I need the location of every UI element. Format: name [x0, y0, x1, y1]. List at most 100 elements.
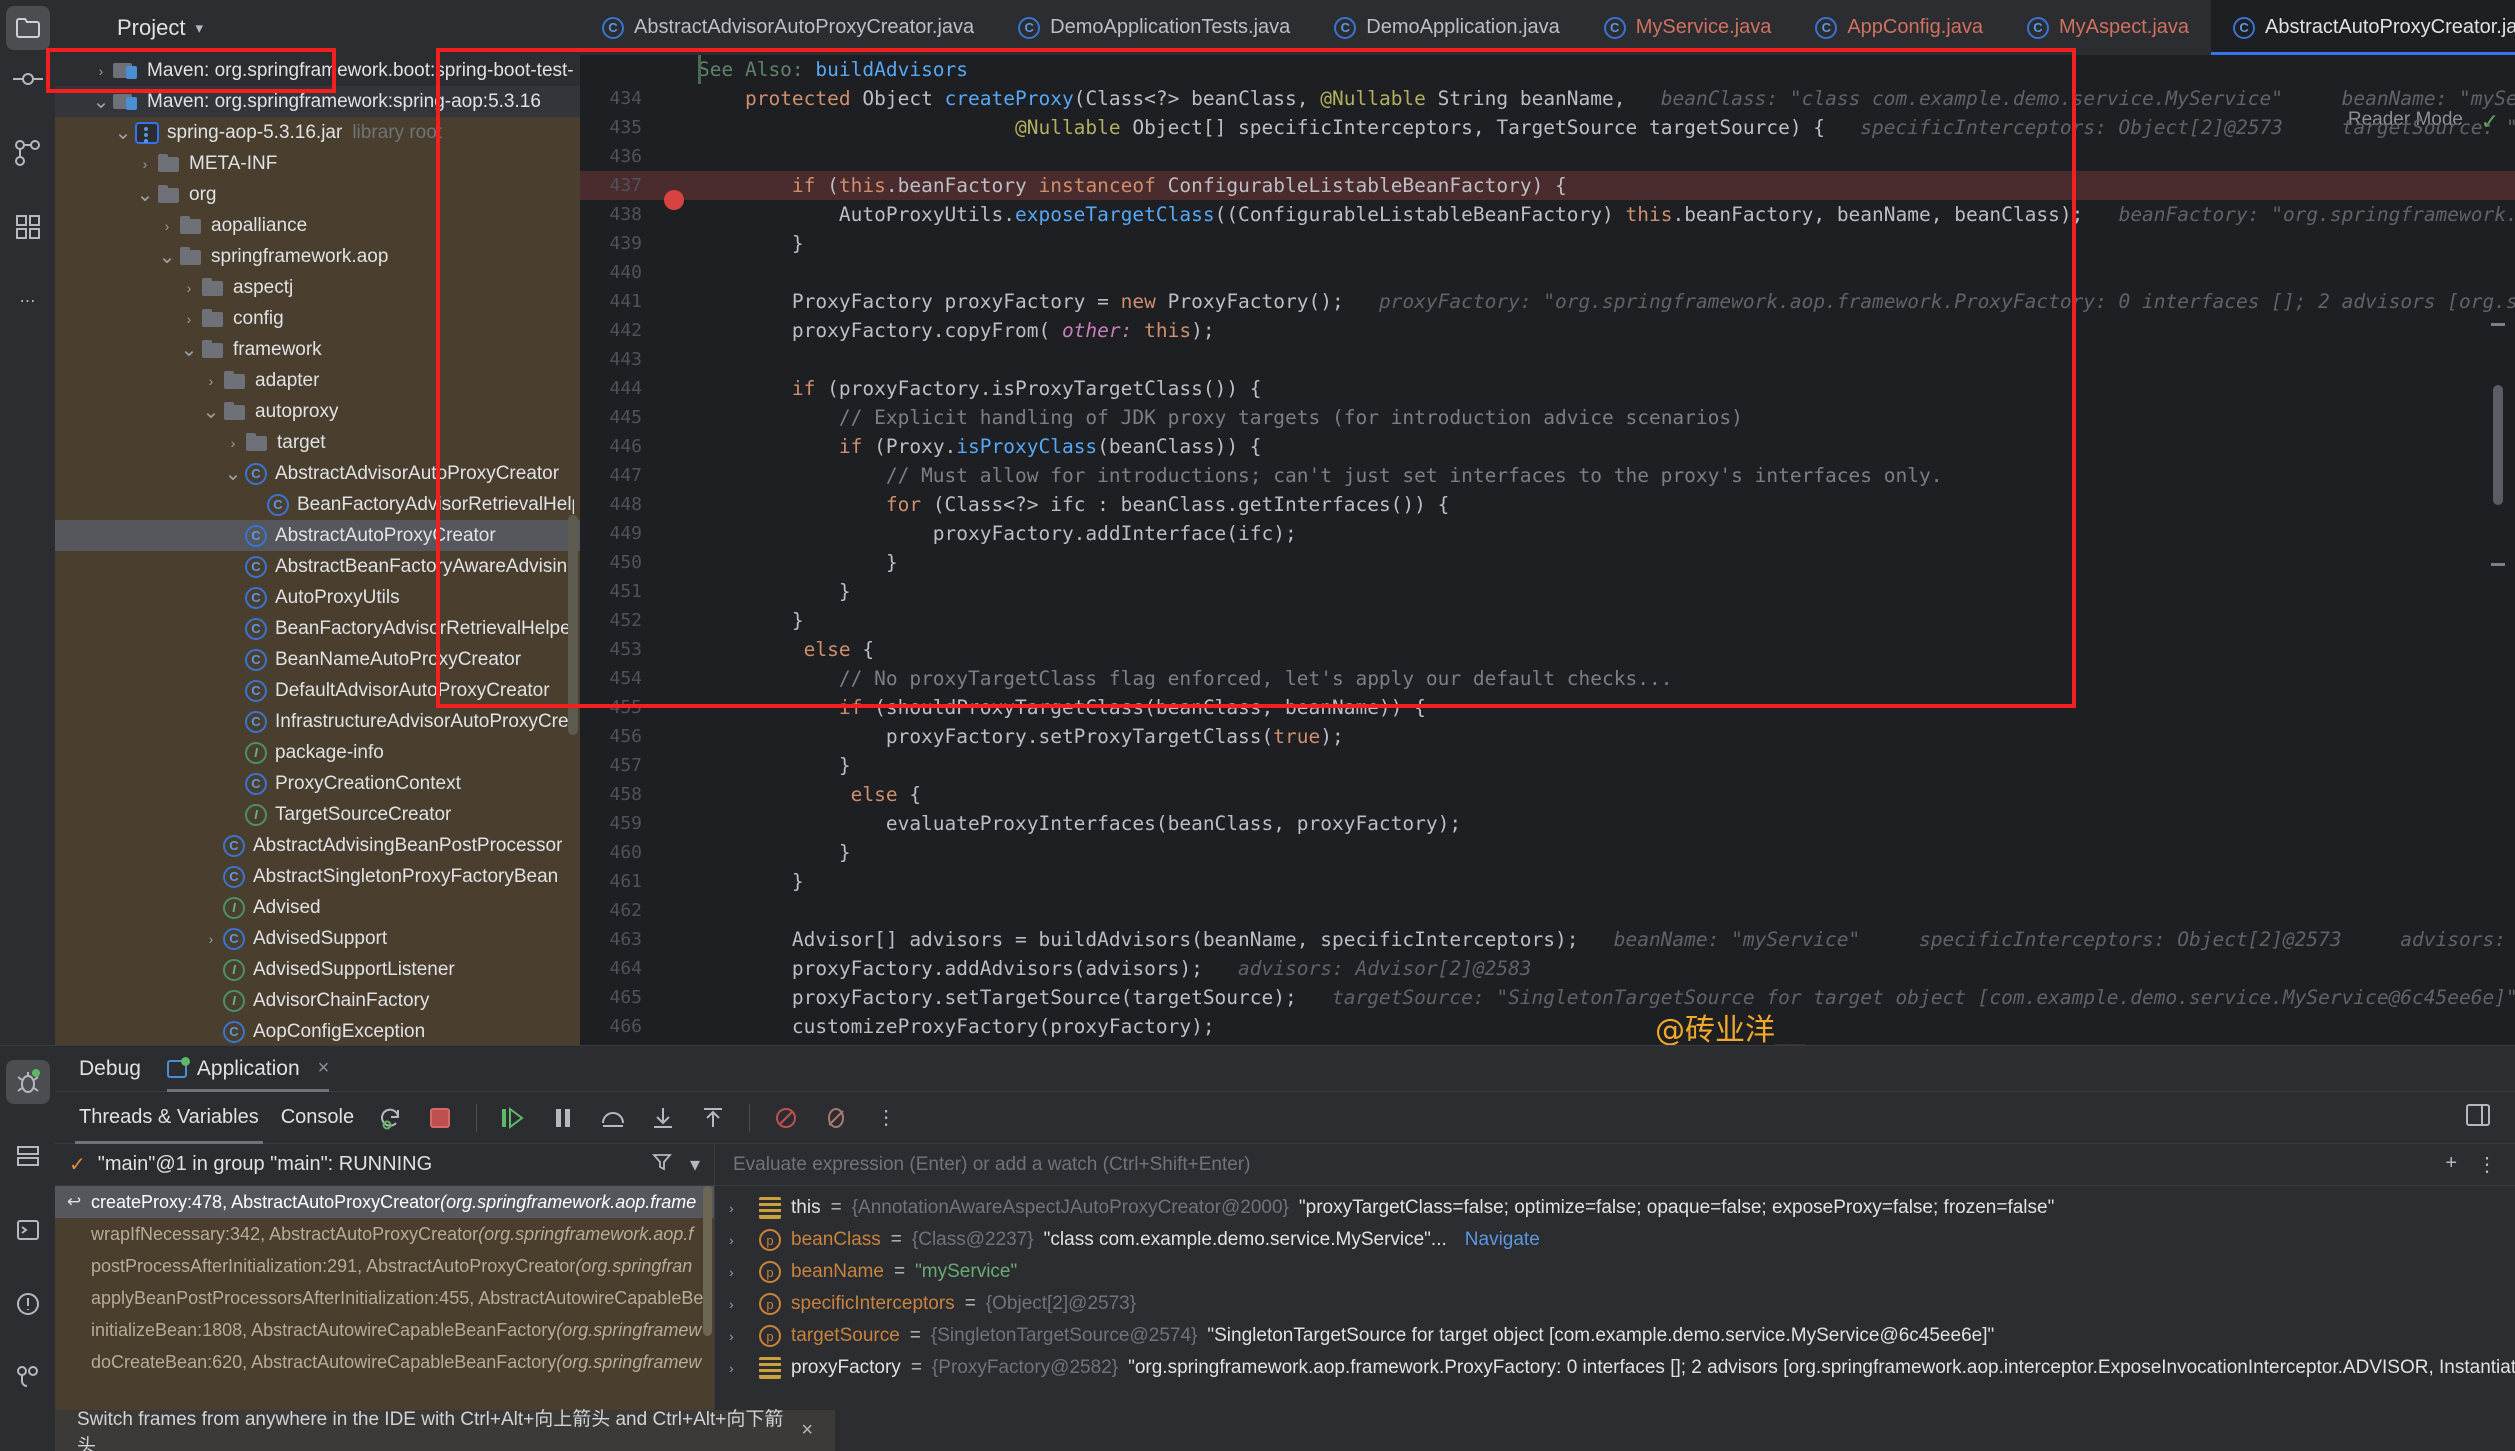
- code-line[interactable]: 462: [580, 896, 2515, 925]
- tree-node[interactable]: I AdvisorChainFactory: [55, 985, 580, 1016]
- code-line[interactable]: 463 Advisor[] advisors = buildAdvisors(b…: [580, 925, 2515, 954]
- tree-node[interactable]: C AbstractAutoProxyCreator: [55, 520, 580, 551]
- code-line[interactable]: 447 // Must allow for introductions; can…: [580, 461, 2515, 490]
- code-line[interactable]: 458 else {: [580, 780, 2515, 809]
- tree-node[interactable]: C BeanFactoryAdvisorRetrievalHelp: [55, 489, 580, 520]
- chevron-right-icon[interactable]: ›: [221, 435, 245, 451]
- view-breakpoints-icon[interactable]: [822, 1104, 850, 1132]
- chevron-down-icon[interactable]: ⌄: [221, 464, 245, 484]
- chevron-right-icon[interactable]: ›: [199, 373, 223, 389]
- stack-frame-row[interactable]: doCreateBean:620, AbstractAutowireCapabl…: [55, 1346, 714, 1378]
- evaluate-expression-input[interactable]: Evaluate expression (Enter) or add a wat…: [715, 1144, 2515, 1186]
- chevron-right-icon[interactable]: ›: [729, 1200, 749, 1216]
- breakpoint-icon[interactable]: [664, 189, 684, 210]
- code-line[interactable]: 452 }: [580, 606, 2515, 635]
- variable-row[interactable]: › this = {AnnotationAwareAspectJAutoProxy…: [715, 1192, 2515, 1224]
- chevron-right-icon[interactable]: ›: [729, 1328, 749, 1344]
- code-line[interactable]: 454 // No proxyTargetClass flag enforced…: [580, 664, 2515, 693]
- tree-node[interactable]: C DefaultAdvisorAutoProxyCreator: [55, 675, 580, 706]
- code-line[interactable]: 460 }: [580, 838, 2515, 867]
- more-icon[interactable]: ⋮: [872, 1104, 900, 1132]
- stack-frame-row[interactable]: ↩ createProxy:478, AbstractAutoProxyCreat…: [55, 1186, 714, 1218]
- code-line[interactable]: 466 customizeProxyFactory(proxyFactory);: [580, 1012, 2515, 1041]
- add-watch-icon[interactable]: +: [2445, 1152, 2457, 1177]
- project-panel-header[interactable]: Project ▾: [55, 0, 580, 55]
- code-editor[interactable]: Reader Mode ✓ See Also: buildAdvisors 434…: [580, 55, 2515, 1045]
- chevron-right-icon[interactable]: ›: [155, 218, 179, 234]
- code-line[interactable]: 442 proxyFactory.copyFrom( other: this);: [580, 316, 2515, 345]
- stack-frame-row[interactable]: applyBeanPostProcessorsAfterInitializati…: [55, 1282, 714, 1314]
- stop-icon[interactable]: [426, 1104, 454, 1132]
- code-line[interactable]: 446 if (Proxy.isProxyClass(beanClass)) {: [580, 432, 2515, 461]
- tree-node[interactable]: C AbstractAdvisingBeanPostProcessor: [55, 830, 580, 861]
- code-line[interactable]: 467: [580, 1041, 2515, 1045]
- tree-node[interactable]: › C AdvisedSupport: [55, 923, 580, 954]
- chevron-right-icon[interactable]: ›: [729, 1232, 749, 1248]
- tree-node[interactable]: › Maven: org.springframework.boot:spring-…: [55, 55, 580, 86]
- code-line[interactable]: 448 for (Class<?> ifc : beanClass.getInt…: [580, 490, 2515, 519]
- code-line[interactable]: 438 AutoProxyUtils.exposeTargetClass((Co…: [580, 200, 2515, 229]
- step-into-icon[interactable]: [649, 1104, 677, 1132]
- code-line[interactable]: 439 }: [580, 229, 2515, 258]
- tree-node[interactable]: › META-INF: [55, 148, 580, 179]
- code-line[interactable]: 440: [580, 258, 2515, 287]
- variable-row[interactable]: › p beanName = "myService": [715, 1256, 2515, 1288]
- terminal-icon[interactable]: [6, 1208, 50, 1252]
- tree-node[interactable]: C AutoProxyUtils: [55, 582, 580, 613]
- project-tree-scrollbar[interactable]: [568, 515, 578, 735]
- tree-node[interactable]: › target: [55, 427, 580, 458]
- close-icon[interactable]: ×: [801, 1419, 813, 1442]
- tree-node[interactable]: › aopalliance: [55, 210, 580, 241]
- tree-node[interactable]: ⌄ org: [55, 179, 580, 210]
- tree-node[interactable]: I TargetSourceCreator: [55, 799, 580, 830]
- code-line[interactable]: 459 evaluateProxyInterfaces(beanClass, p…: [580, 809, 2515, 838]
- editor-tab-myaspect-java[interactable]: C MyAspect.java: [2005, 0, 2211, 55]
- version-control-icon[interactable]: [6, 131, 50, 175]
- chevron-right-icon[interactable]: ›: [729, 1296, 749, 1312]
- step-over-icon[interactable]: [599, 1104, 627, 1132]
- variable-link[interactable]: Navigate: [1465, 1229, 1540, 1251]
- javadoc-link[interactable]: buildAdvisors: [815, 58, 968, 81]
- chevron-down-icon[interactable]: ▾: [690, 1152, 700, 1178]
- commit-icon[interactable]: [6, 57, 50, 101]
- tree-node[interactable]: I AdvisedSupportListener: [55, 954, 580, 985]
- code-line[interactable]: 436: [580, 142, 2515, 171]
- resume-icon[interactable]: [499, 1104, 527, 1132]
- problems-icon[interactable]: [6, 1282, 50, 1326]
- code-line[interactable]: 465 proxyFactory.setTargetSource(targetS…: [580, 983, 2515, 1012]
- tree-node[interactable]: C BeanFactoryAdvisorRetrievalHelper: [55, 613, 580, 644]
- tree-node[interactable]: C ProxyCreationContext: [55, 768, 580, 799]
- stack-frame-row[interactable]: postProcessAfterInitialization:291, Abst…: [55, 1250, 714, 1282]
- rerun-debug-icon[interactable]: [376, 1104, 404, 1132]
- variable-row[interactable]: › p targetSource = {SingletonTargetSource@…: [715, 1320, 2515, 1352]
- code-lines[interactable]: See Also: buildAdvisors 434 protected Obj…: [580, 55, 2515, 1045]
- chevron-right-icon[interactable]: ›: [729, 1360, 749, 1376]
- tree-node[interactable]: C AopConfigException: [55, 1016, 580, 1045]
- chevron-right-icon[interactable]: ›: [133, 156, 157, 172]
- chevron-right-icon[interactable]: ›: [199, 931, 223, 947]
- chevron-down-icon[interactable]: ⌄: [199, 402, 223, 422]
- tree-node[interactable]: ⌄ framework: [55, 334, 580, 365]
- tab-threads-variables[interactable]: Threads & Variables: [75, 1092, 263, 1144]
- tree-node[interactable]: › adapter: [55, 365, 580, 396]
- tab-console[interactable]: Console: [281, 1092, 354, 1144]
- code-line[interactable]: 449 proxyFactory.addInterface(ifc);: [580, 519, 2515, 548]
- status-tip[interactable]: Switch frames from anywhere in the IDE w…: [55, 1409, 835, 1451]
- code-line[interactable]: 437 if (this.beanFactory instanceof Conf…: [580, 171, 2515, 210]
- stack-frame-row[interactable]: initializeBean:1808, AbstractAutowireCap…: [55, 1314, 714, 1346]
- tree-node[interactable]: I Advised: [55, 892, 580, 923]
- code-line[interactable]: 441 ProxyFactory proxyFactory = new Prox…: [580, 287, 2515, 316]
- editor-tab-demoapplicationtests-java[interactable]: C DemoApplicationTests.java: [996, 0, 1312, 55]
- git-branch-icon[interactable]: [6, 1356, 50, 1400]
- tree-node[interactable]: C InfrastructureAdvisorAutoProxyCrea: [55, 706, 580, 737]
- mute-breakpoints-icon[interactable]: [772, 1104, 800, 1132]
- chevron-down-icon[interactable]: ⌄: [155, 247, 179, 267]
- filter-icon[interactable]: [651, 1152, 672, 1178]
- tree-node[interactable]: ⌄ springframework.aop: [55, 241, 580, 272]
- editor-tab-abstractautoproxycreator-java[interactable]: CAbstractAutoProxyCreator.java×: [2211, 0, 2515, 55]
- stack-frame-row[interactable]: wrapIfNecessary:342, AbstractAutoProxyCr…: [55, 1218, 714, 1250]
- variables-list[interactable]: › this = {AnnotationAwareAspectJAutoProxy…: [715, 1186, 2515, 1451]
- code-line[interactable]: 443: [580, 345, 2515, 374]
- close-icon[interactable]: ×: [318, 1057, 330, 1080]
- chevron-right-icon[interactable]: ›: [177, 311, 201, 327]
